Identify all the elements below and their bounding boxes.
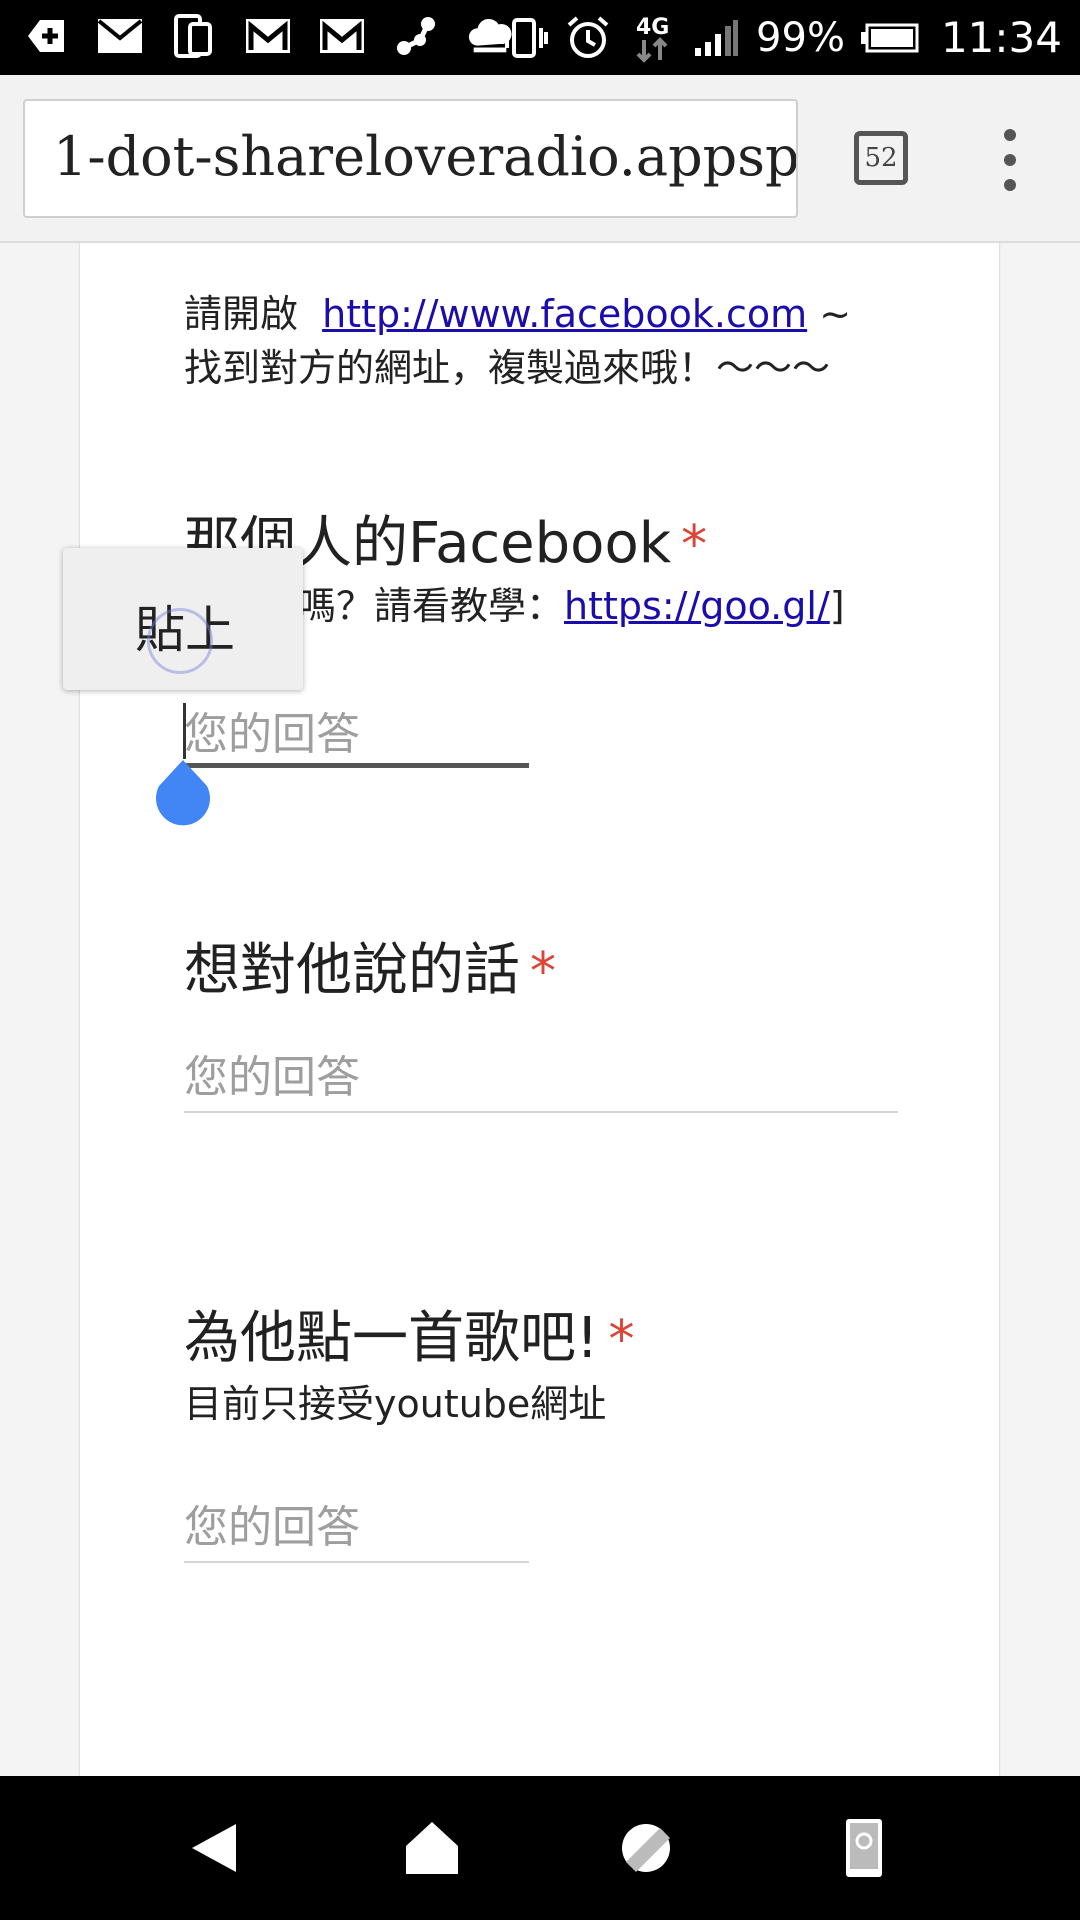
text-selection-handle[interactable]	[152, 760, 214, 830]
menu-dot-icon	[1004, 129, 1016, 141]
form-card: 請開啟 http://www.facebook.com ~ 找到對方的網址，複製…	[80, 243, 999, 1776]
home-button[interactable]	[400, 1816, 464, 1880]
web-page: 請開啟 http://www.facebook.com ~ 找到對方的網址，複製…	[0, 243, 1080, 1776]
notification-icons	[22, 12, 514, 60]
recents-button[interactable]	[614, 1816, 678, 1880]
paste-popup[interactable]: 貼上	[63, 548, 303, 690]
status-bar: 4G 99% 11:34	[0, 0, 1080, 75]
battery-icon	[860, 14, 919, 62]
song-input-underline	[184, 1561, 529, 1563]
signal-icon	[692, 14, 740, 62]
home-icon	[406, 1822, 458, 1874]
question-message-title: 想對他說的話 *	[184, 925, 556, 1006]
screen-button[interactable]	[832, 1816, 896, 1880]
battery-percent: 99%	[756, 14, 845, 61]
facebook-input-underline	[184, 763, 529, 768]
gmail-icon	[244, 12, 292, 60]
add-notification-icon	[22, 12, 70, 60]
vibrate-icon	[500, 14, 549, 62]
required-mark: *	[530, 942, 556, 1002]
question-song-title: 為他點一首歌吧! *	[184, 1293, 634, 1374]
intro-line1: 請開啟 http://www.facebook.com ~	[184, 283, 851, 338]
browser-toolbar: 1-dot-shareloveradio.appspot.com 52	[0, 75, 1080, 243]
touch-ripple	[147, 608, 213, 674]
gmail-icon	[318, 12, 366, 60]
tab-count: 52	[864, 143, 898, 173]
intro-line2: 找到對方的網址，複製過來哦！～～～	[184, 346, 831, 390]
message-answer-input[interactable]: 您的回答	[184, 1041, 360, 1105]
svg-text:4G: 4G	[636, 15, 669, 40]
question-song-desc: 目前只接受youtube網址	[184, 1382, 607, 1426]
text-caret	[183, 703, 186, 759]
screen-icon	[846, 1819, 882, 1877]
intro-prefix: 請開啟	[184, 292, 299, 336]
song-answer-input[interactable]: 您的回答	[184, 1491, 360, 1555]
intro-suffix: ~	[819, 292, 852, 336]
question-title-text: 想對他說的話	[184, 938, 520, 1003]
message-input-underline	[184, 1111, 898, 1113]
required-mark: *	[681, 515, 708, 575]
facebook-link[interactable]: http://www.facebook.com	[322, 292, 807, 336]
network-4g-icon: 4G	[628, 14, 676, 63]
recents-icon	[622, 1824, 670, 1872]
url-bar[interactable]: 1-dot-shareloveradio.appspot.com	[23, 99, 798, 218]
system-icons: 4G 99% 11:34	[500, 0, 1062, 75]
menu-dot-icon	[1004, 154, 1016, 166]
facebook-answer-input[interactable]: 您的回答	[184, 698, 360, 762]
clock: 11:34	[940, 13, 1062, 62]
question-title-text: 為他點一首歌吧!	[184, 1306, 599, 1371]
menu-dot-icon	[1004, 179, 1016, 191]
alarm-icon	[564, 14, 612, 62]
navigation-bar	[0, 1776, 1080, 1920]
mail-icon	[96, 12, 144, 60]
required-mark: *	[608, 1310, 635, 1370]
tab-switcher-button[interactable]: 52	[854, 131, 908, 185]
overflow-menu-button[interactable]	[998, 129, 1022, 191]
tutorial-link[interactable]: https://goo.gl/	[564, 584, 830, 628]
back-button[interactable]	[182, 1816, 246, 1880]
back-icon	[192, 1824, 236, 1872]
url-text[interactable]: 1-dot-shareloveradio.appspot.com	[53, 125, 796, 188]
dual-sim-icon	[170, 12, 218, 60]
share-icon	[392, 12, 440, 60]
